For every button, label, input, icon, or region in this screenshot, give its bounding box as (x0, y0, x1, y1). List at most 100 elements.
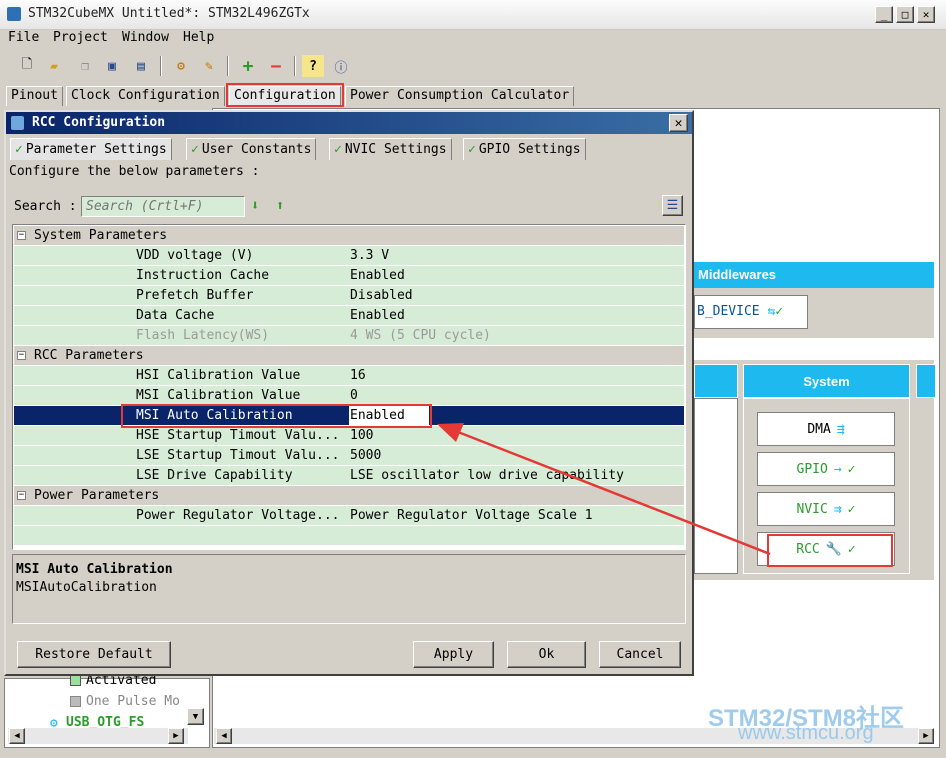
parameter-name: Flash Latency(WS) (136, 328, 270, 343)
check-icon: ✓ (191, 141, 199, 157)
collapse-icon[interactable]: − (17, 231, 26, 240)
minimize-button[interactable]: _ (875, 6, 893, 23)
tab-clock-configuration[interactable]: Clock Configuration (66, 86, 225, 106)
about-icon[interactable]: ⓘ (330, 55, 352, 77)
parameter-row[interactable]: Power Regulator Voltage... Power Regulato… (14, 506, 684, 526)
list-view-icon[interactable]: ☰ (662, 195, 683, 216)
help-icon[interactable]: ? (302, 55, 324, 77)
apply-button[interactable]: Apply (413, 641, 494, 668)
tab-label: GPIO Settings (478, 141, 581, 157)
nvic-icon: ⇉ (833, 501, 842, 517)
peripheral-column (694, 398, 738, 574)
search-label: Search : (14, 199, 77, 214)
scroll-left-button[interactable]: ◀ (9, 728, 25, 744)
parameter-value[interactable]: Enabled (350, 306, 405, 325)
parameter-row[interactable]: LSE Drive Capability LSE oscillator low d… (14, 466, 684, 486)
parameter-name: LSE Drive Capability (136, 468, 293, 483)
main-scroll-left-button[interactable]: ◀ (216, 728, 232, 744)
tab-parameter-settings[interactable]: ✓ Parameter Settings (10, 138, 172, 160)
nvic-button[interactable]: NVIC ⇉ ✓ (757, 492, 895, 526)
shield-icon (11, 116, 24, 130)
checkbox-activated[interactable] (70, 675, 81, 686)
collapse-icon[interactable]: − (17, 351, 26, 360)
parameter-value[interactable]: 4 WS (5 CPU cycle) (350, 326, 491, 345)
parameter-value[interactable]: 5000 (350, 446, 381, 465)
open-icon[interactable]: ▰ (43, 55, 65, 77)
dialog-close-button[interactable]: ✕ (669, 114, 688, 132)
group-row[interactable]: − RCC Parameters (14, 346, 684, 366)
arrow-down-icon[interactable]: ⬇ (251, 198, 259, 214)
add-icon[interactable]: + (237, 55, 259, 77)
parameter-value[interactable]: 3.3 V (350, 246, 389, 265)
cancel-button[interactable]: Cancel (599, 641, 681, 668)
ok-button[interactable]: Ok (507, 641, 586, 668)
tab-label: NVIC Settings (344, 141, 447, 157)
parameter-value[interactable]: LSE oscillator low drive capability (350, 466, 624, 485)
parameter-value[interactable]: Power Regulator Voltage Scale 1 (350, 506, 593, 525)
tab-user-constants[interactable]: ✓ User Constants (186, 138, 317, 160)
menu-window[interactable]: Window (122, 30, 169, 45)
dma-label: DMA (807, 421, 831, 437)
highlight-box-msi-auto-calibration (121, 404, 432, 428)
watermark-url: www.stmcu.org (738, 722, 874, 744)
main-scroll-right-button[interactable]: ▶ (918, 728, 934, 744)
report-icon[interactable]: ✎ (198, 55, 220, 77)
peripheral-column-header (694, 364, 738, 398)
parameter-value[interactable]: 16 (350, 366, 366, 385)
parameter-value[interactable]: Disabled (350, 286, 413, 305)
parameter-value[interactable]: 100 (350, 426, 373, 445)
check-icon: ✓ (847, 461, 856, 477)
parameter-name: LSE Startup Timout Valu... (136, 448, 340, 463)
generate-code-icon[interactable]: ⚙ (170, 55, 192, 77)
new-project-icon[interactable]: 🗋 (16, 55, 38, 77)
close-window-button[interactable]: ✕ (917, 6, 935, 23)
parameter-row[interactable]: Data Cache Enabled (14, 306, 684, 326)
system-header: System (743, 364, 910, 398)
menu-help[interactable]: Help (183, 30, 214, 45)
search-input[interactable] (81, 196, 245, 217)
maximize-button[interactable]: □ (896, 6, 914, 23)
group-row[interactable]: − System Parameters (14, 226, 684, 246)
copy-icon[interactable]: ❐ (74, 55, 96, 77)
menu-project[interactable]: Project (53, 30, 108, 45)
tree-item-one-pulse[interactable]: One Pulse Mo (86, 694, 180, 709)
parameter-row[interactable]: HSI Calibration Value 16 (14, 366, 684, 386)
save-as-icon[interactable]: ▤ (130, 55, 152, 77)
gpio-icon: → (833, 461, 842, 477)
remove-icon[interactable]: − (265, 55, 287, 77)
arrow-up-icon[interactable]: ⬆ (276, 198, 284, 214)
menu-file[interactable]: File (8, 30, 39, 45)
horizontal-scrollbar[interactable] (8, 728, 188, 744)
usb-device-button[interactable]: B_DEVICE ⇆✓ (694, 295, 808, 329)
collapse-icon[interactable]: − (17, 491, 26, 500)
parameter-value[interactable]: Enabled (350, 266, 405, 285)
parameter-row[interactable]: Flash Latency(WS) 4 WS (5 CPU cycle) (14, 326, 684, 346)
save-icon[interactable]: ▣ (101, 55, 123, 77)
restore-default-button[interactable]: Restore Default (17, 641, 171, 668)
tab-pinout[interactable]: Pinout (6, 86, 63, 106)
parameter-row[interactable]: HSE Startup Timout Valu... 100 (14, 426, 684, 446)
parameter-value[interactable]: 0 (350, 386, 358, 405)
checkbox-one-pulse[interactable] (70, 696, 81, 707)
check-icon: ✓ (334, 141, 342, 157)
group-row[interactable]: − Power Parameters (14, 486, 684, 506)
tab-power-consumption-calculator[interactable]: Power Consumption Calculator (345, 86, 575, 106)
dma-button[interactable]: DMA ⇶ (757, 412, 895, 446)
scroll-down-button[interactable]: ▼ (187, 708, 204, 725)
parameter-name: Instruction Cache (136, 268, 270, 283)
toolbar-separator (227, 56, 229, 76)
parameter-row[interactable]: MSI Calibration Value 0 (14, 386, 684, 406)
parameter-name: Power Regulator Voltage... (136, 508, 340, 523)
window-title: STM32CubeMX Untitled*: STM32L496ZGTx (28, 6, 310, 21)
parameter-row[interactable]: LSE Startup Timout Valu... 5000 (14, 446, 684, 466)
group-name: Power Parameters (34, 488, 160, 503)
parameter-row[interactable]: VDD voltage (V) 3.3 V (14, 246, 684, 266)
gpio-button[interactable]: GPIO → ✓ (757, 452, 895, 486)
tab-nvic-settings[interactable]: ✓ NVIC Settings (329, 138, 452, 160)
scroll-right-button[interactable]: ▶ (168, 728, 184, 744)
group-name: RCC Parameters (34, 348, 144, 363)
app-logo-icon (7, 7, 21, 21)
parameter-row[interactable]: Prefetch Buffer Disabled (14, 286, 684, 306)
tab-gpio-settings[interactable]: ✓ GPIO Settings (463, 138, 586, 160)
parameter-row[interactable]: Instruction Cache Enabled (14, 266, 684, 286)
